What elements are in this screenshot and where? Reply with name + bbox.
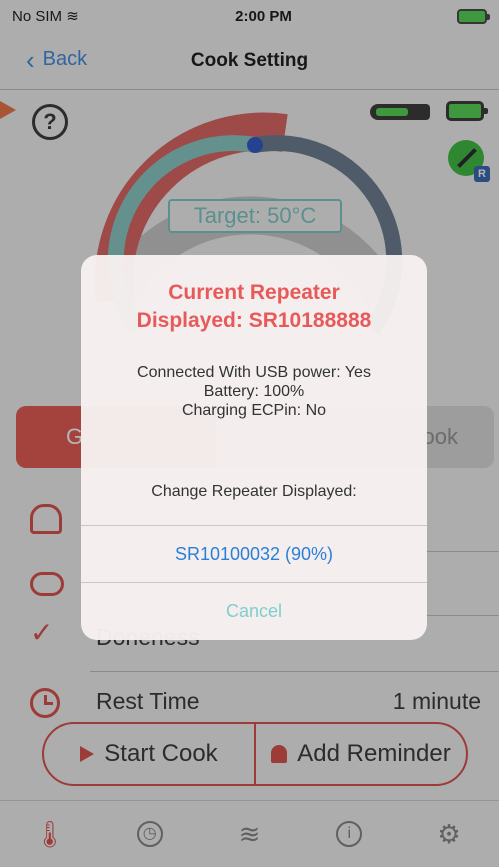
repeater-alert: Current Repeater Displayed: SR10188888 Co… bbox=[81, 255, 427, 640]
change-repeater-label: Change Repeater Displayed: bbox=[151, 483, 357, 500]
alert-title-line: Displayed: SR10188888 bbox=[136, 309, 372, 332]
alert-message: Connected With USB power: Yes Battery: 1… bbox=[81, 363, 427, 420]
phone-screen: No SIM ≋ 2:00 PM ‹ Back Cook Setting ? R… bbox=[0, 0, 499, 867]
battery-status: Battery: 100% bbox=[203, 383, 305, 400]
usb-power-status: Connected With USB power: Yes bbox=[137, 364, 371, 381]
alert-title-line: Current Repeater bbox=[168, 281, 340, 304]
cancel-button[interactable]: Cancel bbox=[81, 583, 427, 639]
charging-status: Charging ECPin: No bbox=[181, 402, 327, 419]
repeater-option-button[interactable]: SR10100032 (90%) bbox=[81, 526, 427, 582]
alert-title: Current Repeater Displayed: SR10188888 bbox=[81, 279, 427, 335]
